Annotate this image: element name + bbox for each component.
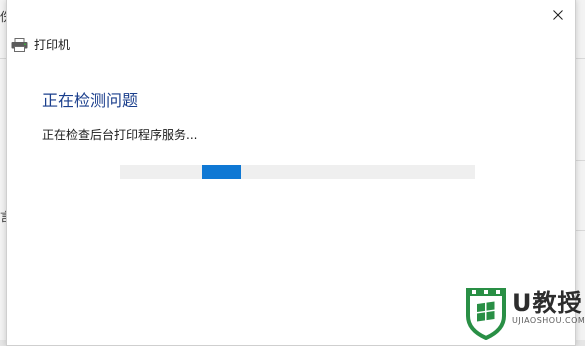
watermark-logo: U教授 UJIAOSHOU.COM [464,286,585,340]
shield-windows-icon [466,288,506,340]
dialog-title: 打印机 [34,38,71,52]
background-divider [576,58,585,59]
progress-bar [120,165,475,179]
progress-indicator [201,165,241,179]
watermark-domain: UJIAOSHOU.COM [512,316,585,325]
page-heading: 正在检测问题 [42,91,139,110]
background-divider [576,160,585,161]
close-icon [553,10,563,20]
printer-icon [11,37,28,52]
background-divider [576,230,585,231]
watermark-brand: U教授 [512,289,583,317]
dialog-title-bar: 打印机 [11,36,70,53]
status-message: 正在检查后台打印程序服务... [42,128,198,142]
close-button[interactable] [545,2,571,28]
